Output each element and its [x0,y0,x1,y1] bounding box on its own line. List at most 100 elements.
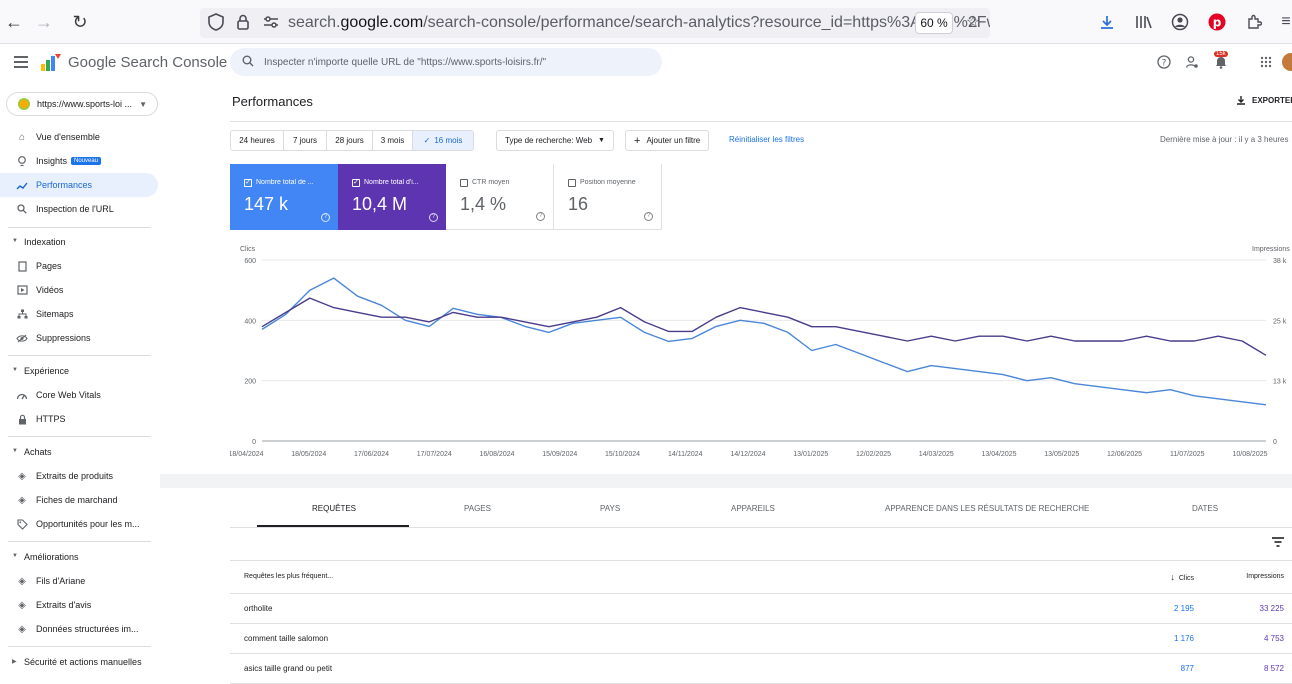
col-clicks-header[interactable]: ↓ Clics [1170,572,1194,582]
help-icon[interactable]: ? [644,212,653,221]
card-value: 147 k [244,194,289,214]
sidebar-item-pages[interactable]: Pages [0,254,158,278]
download-icon[interactable] [1097,12,1117,32]
table-row[interactable]: asics taille grand ou petit 877 8 572 [230,654,1292,684]
collapse-caret-icon: ▼ [12,238,18,244]
section-enhancements[interactable]: ▼ Améliorations [0,545,158,569]
bookmark-star-icon[interactable]: ☆ [963,12,983,32]
range-28d-button[interactable]: 28 jours [327,131,373,150]
impressions-card[interactable]: ✓ Nombre total d'i... 10,4 M ? [338,164,446,230]
reload-icon[interactable]: ↻ [66,8,94,36]
section-indexation[interactable]: ▼ Indexation [0,230,158,254]
pinterest-icon[interactable]: p [1207,12,1227,32]
layers-icon: ◈ [18,623,26,635]
sidebar-item-label: Vidéos [36,285,64,295]
property-selector[interactable]: https://www.sports-loi ... ▼ [6,92,158,116]
sidebar-item-core-web-vitals[interactable]: Core Web Vitals [0,383,158,407]
back-arrow-icon[interactable]: ← [0,8,28,36]
sidebar-item-https[interactable]: HTTPS [0,407,158,431]
tab-search-appearance[interactable]: APPARENCE DANS LES RÉSULTATS DE RECHERCH… [885,504,1089,513]
library-icon[interactable] [1134,12,1154,32]
filter-rows-icon[interactable] [1272,537,1284,547]
sidebar-item-label: Inspection de l'URL [36,204,114,214]
last-update-text: Dernière mise à jour : il y a 3 heures [1160,135,1289,144]
tab-pages[interactable]: PAGES [464,504,491,513]
col-impressions-header[interactable]: Impressions [1246,573,1284,580]
right-tick-label: 13 k [1273,379,1287,386]
tab-devices[interactable]: APPAREILS [731,504,775,513]
table-row[interactable]: comment taille salomon 1 176 4 753 [230,624,1292,654]
search-placeholder: Inspecter n'importe quelle URL de "https… [264,56,547,68]
shield-icon[interactable] [206,12,226,32]
help-icon[interactable]: ? [536,212,545,221]
range-24h-button[interactable]: 24 heures [231,131,284,150]
sidebar-item-label: Suppressions [36,333,91,343]
export-button[interactable]: EXPORTER [1236,95,1292,105]
x-tick-label: 10/08/2025 [1232,451,1267,458]
forward-arrow-icon[interactable]: → [30,8,58,36]
tab-dates[interactable]: DATES [1192,504,1218,513]
right-tick-label: 0 [1273,439,1277,446]
range-7d-button[interactable]: 7 jours [284,131,327,150]
position-card[interactable]: Position moyenne 16 ? [554,164,662,230]
performance-chart[interactable]: 0 200 400 600 0 13 k 25 k 38 k Clics Impressions 1… [228,236,1292,472]
dimension-tabs: REQUÊTES PAGES PAYS APPAREILS APPARENCE … [230,490,1292,528]
clicks-card[interactable]: ✓ Nombre total de ... 147 k ? [230,164,338,230]
search-type-filter[interactable]: Type de recherche: Web ▼ [496,130,614,151]
sidebar-item-review-snippets[interactable]: ◈ Extraits d'avis [0,593,158,617]
section-title: Achats [24,447,52,457]
table-row[interactable]: ortholite 2 195 33 225 [230,594,1292,624]
left-tick-label: 600 [244,258,256,265]
export-label: EXPORTER [1252,95,1292,105]
download-icon [1237,96,1245,105]
app-logo[interactable]: Google Search Console [40,52,227,72]
collapse-caret-icon: ▼ [12,553,18,559]
sidebar-item-label: Insights [36,156,68,166]
lock-icon[interactable] [233,12,253,32]
header-divider [230,121,1292,122]
section-experience[interactable]: ▼ Expérience [0,359,158,383]
url-prefix: search. [288,14,341,31]
help-icon[interactable]: ? [429,213,438,222]
add-filter-button[interactable]: + Ajouter un filtre [625,130,710,151]
users-settings-icon[interactable] [1184,54,1200,70]
layers-icon: ◈ [18,575,26,587]
section-security[interactable]: ▶ Sécurité et actions manuelles [0,650,158,674]
extensions-icon[interactable] [1244,12,1264,32]
tab-countries[interactable]: PAYS [600,504,620,513]
permissions-icon[interactable] [261,12,281,32]
col-query-header[interactable]: Requêtes les plus fréquent... [244,573,333,580]
apps-grid-icon[interactable] [1258,54,1274,70]
menu-icon[interactable]: ≡ [1276,12,1292,32]
sidebar-item-merchant-listings[interactable]: ◈ Fiches de marchand [0,488,158,512]
sidebar-item-product-snippets[interactable]: ◈ Extraits de produits [0,464,158,488]
help-icon[interactable]: ? [1156,54,1172,70]
help-icon[interactable]: ? [321,213,330,222]
left-tick-label: 200 [244,379,256,386]
sidebar-item-performance[interactable]: Performances [0,173,158,197]
tab-queries[interactable]: REQUÊTES [312,504,356,513]
url-inspect-search[interactable]: Inspecter n'importe quelle URL de "https… [230,48,662,76]
checkbox-unchecked-icon [568,179,576,187]
range-3m-button[interactable]: 3 mois [373,131,413,150]
reset-filters-link[interactable]: Réinitialiser les filtres [729,135,804,144]
sidebar-item-unparsable-structured-data[interactable]: ◈ Données structurées im... [0,617,158,641]
range-16m-button[interactable]: ✓ 16 mois [413,131,473,150]
zoom-level[interactable]: 60 % [915,12,953,34]
sidebar-item-breadcrumbs[interactable]: ◈ Fils d'Ariane [0,569,158,593]
ctr-card[interactable]: CTR moyen 1,4 % ? [446,164,554,230]
sidebar-item-videos[interactable]: Vidéos [0,278,158,302]
sidebar-item-sitemaps[interactable]: Sitemaps [0,302,158,326]
account-icon[interactable] [1170,12,1190,32]
section-shopping[interactable]: ▼ Achats [0,440,158,464]
url-bar[interactable]: search. google.com/search-console/perform… [200,8,990,38]
sidebar-item-url-inspection[interactable]: Inspection de l'URL [0,197,158,221]
sidebar-item-insights[interactable]: Insights Nouveau [0,149,158,173]
avatar[interactable] [1282,53,1292,71]
collapse-caret-icon: ▼ [12,448,18,454]
card-value: 16 [568,194,589,214]
sidebar-item-overview[interactable]: ⌂ Vue d'ensemble [0,125,158,149]
sidebar-item-merchant-opportunities[interactable]: Opportunités pour les m... [0,512,158,536]
main-menu-icon[interactable] [14,56,28,68]
sidebar-item-removals[interactable]: Suppressions [0,326,158,350]
